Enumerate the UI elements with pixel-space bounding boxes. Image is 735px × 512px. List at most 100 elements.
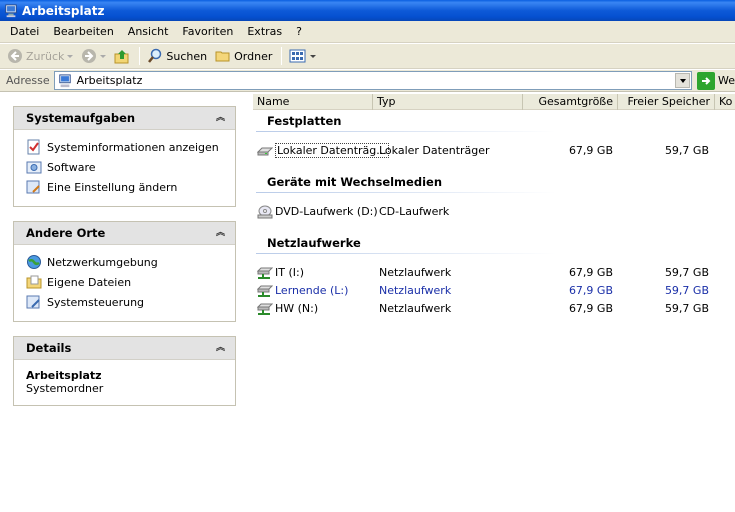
column-free-space[interactable]: Freier Speicher <box>618 94 715 110</box>
group-divider <box>256 131 556 132</box>
drive-free-space: 59,7 GB <box>664 266 709 279</box>
menu-extras[interactable]: Extras <box>241 25 288 38</box>
views-dropdown-icon[interactable] <box>310 54 317 58</box>
drive-name: IT (I:) <box>275 266 304 279</box>
place-documents-label: Eigene Dateien <box>47 275 132 289</box>
collapse-chevron-icon[interactable]: ︽ <box>216 228 225 238</box>
task-system-info[interactable]: Systeminformationen anzeigen <box>26 137 225 157</box>
place-control-panel[interactable]: Systemsteuerung <box>26 292 225 312</box>
column-header-bar: Name Typ Gesamtgröße Freier Speicher Ko <box>253 94 735 110</box>
dvd-drive-icon <box>257 205 273 219</box>
search-label: Suchen <box>166 49 208 63</box>
address-field[interactable]: Arbeitsplatz <box>53 71 692 90</box>
group-divider <box>256 192 556 193</box>
network-drive-icon <box>257 303 273 315</box>
details-item-name: Arbeitsplatz <box>26 369 102 382</box>
task-change-setting[interactable]: Eine Einstellung ändern <box>26 177 225 197</box>
menu-favoriten[interactable]: Favoriten <box>176 25 239 38</box>
my-computer-icon <box>5 3 17 17</box>
drive-total-size: 67,9 GB <box>568 266 613 279</box>
other-places-title: Andere Orte <box>26 226 106 240</box>
place-documents[interactable]: Eigene Dateien <box>26 272 225 292</box>
forward-arrow-icon <box>82 49 97 63</box>
folder-up-icon <box>114 50 129 64</box>
search-button[interactable]: Suchen <box>144 45 210 67</box>
toolbar: Zurück Suchen Ordner <box>0 44 735 69</box>
control-panel-icon <box>26 295 40 309</box>
drive-name: Lokaler Datenträg... <box>275 143 389 158</box>
drive-row[interactable]: DVD-Laufwerk (D:) CD-Laufwerk <box>256 203 735 221</box>
address-value: Arbeitsplatz <box>76 74 143 87</box>
system-tasks-header[interactable]: Systemaufgaben ︽ <box>14 107 235 130</box>
drive-type: Lokaler Datenträger <box>379 144 490 157</box>
task-pane: Systemaufgaben ︽ Systeminformationen anz… <box>0 93 253 420</box>
toolbar-separator-2 <box>281 47 283 65</box>
software-icon <box>26 161 42 174</box>
column-total-size[interactable]: Gesamtgröße <box>523 94 618 110</box>
drive-free-space: 59,7 GB <box>664 302 709 315</box>
system-tasks-panel: Systemaufgaben ︽ Systeminformationen anz… <box>13 106 236 207</box>
back-arrow-icon <box>8 49 22 63</box>
up-button[interactable] <box>111 45 133 67</box>
column-type[interactable]: Typ <box>373 94 523 110</box>
address-dropdown-icon[interactable] <box>675 73 690 88</box>
menu-help[interactable]: ? <box>290 25 308 38</box>
back-button[interactable]: Zurück <box>4 45 76 67</box>
details-item-type: Systemordner <box>26 382 104 395</box>
go-arrow-icon <box>697 71 715 90</box>
drive-name: DVD-Laufwerk (D:) <box>275 205 378 218</box>
group-hard-disks-title: Festplatten <box>267 114 342 128</box>
system-info-icon <box>27 139 40 155</box>
folders-label: Ordner <box>234 49 273 63</box>
drive-row[interactable]: Lernende (L:) Netzlaufwerk 67,9 GB 59,7 … <box>256 282 735 300</box>
views-button[interactable] <box>286 45 319 67</box>
drive-free-space: 59,7 GB <box>664 144 709 157</box>
drive-row[interactable]: HW (N:) Netzlaufwerk 67,9 GB 59,7 GB <box>256 300 735 318</box>
group-network-title: Netzlaufwerke <box>267 236 361 250</box>
other-places-header[interactable]: Andere Orte ︽ <box>14 222 235 245</box>
column-name[interactable]: Name <box>253 94 373 110</box>
drive-free-space: 59,7 GB <box>664 284 709 297</box>
drive-row[interactable]: IT (I:) Netzlaufwerk 67,9 GB 59,7 GB <box>256 264 735 282</box>
drive-name: HW (N:) <box>275 302 319 315</box>
details-header[interactable]: Details ︽ <box>14 337 235 360</box>
column-comment[interactable]: Ko <box>715 94 735 110</box>
back-dropdown-icon[interactable] <box>67 54 74 58</box>
views-icon <box>289 49 306 63</box>
drive-name: Lernende (L:) <box>275 284 349 297</box>
details-title: Details <box>26 341 72 355</box>
forward-dropdown-icon[interactable] <box>100 54 107 58</box>
hard-disk-icon <box>257 147 273 156</box>
go-button[interactable]: We <box>697 71 735 90</box>
window-title: Arbeitsplatz <box>22 3 105 18</box>
menu-bearbeiten[interactable]: Bearbeiten <box>47 25 119 38</box>
task-change-setting-label: Eine Einstellung ändern <box>47 180 178 194</box>
drive-type: Netzlaufwerk <box>379 302 452 315</box>
place-network[interactable]: Netzwerkumgebung <box>26 252 225 272</box>
drive-total-size: 67,9 GB <box>568 302 613 315</box>
address-label: Adresse <box>6 74 50 87</box>
documents-folder-icon <box>26 275 42 289</box>
address-bar: Adresse Arbeitsplatz We <box>0 70 735 92</box>
title-bar[interactable]: Arbeitsplatz <box>0 0 735 21</box>
task-system-info-label: Systeminformationen anzeigen <box>47 140 219 154</box>
collapse-chevron-icon[interactable]: ︽ <box>216 113 225 123</box>
drive-row[interactable]: Lokaler Datenträg... Lokaler Datenträger… <box>256 142 735 160</box>
forward-button[interactable] <box>78 45 109 67</box>
my-computer-icon <box>58 73 71 87</box>
group-divider <box>256 253 556 254</box>
network-icon <box>27 255 41 269</box>
other-places-panel: Andere Orte ︽ Netzwerkumgebung Eigene Da… <box>13 221 236 322</box>
folders-button[interactable]: Ordner <box>212 45 275 67</box>
drive-type: Netzlaufwerk <box>379 266 452 279</box>
search-icon <box>148 48 162 63</box>
place-control-panel-label: Systemsteuerung <box>47 295 145 309</box>
task-software[interactable]: Software <box>26 157 225 177</box>
menu-datei[interactable]: Datei <box>4 25 45 38</box>
network-drive-icon <box>257 285 273 297</box>
group-removable-title: Geräte mit Wechselmedien <box>267 175 443 189</box>
menu-ansicht[interactable]: Ansicht <box>122 25 175 38</box>
collapse-chevron-icon[interactable]: ︽ <box>216 343 225 353</box>
system-tasks-title: Systemaufgaben <box>26 111 136 125</box>
settings-icon <box>26 180 40 194</box>
